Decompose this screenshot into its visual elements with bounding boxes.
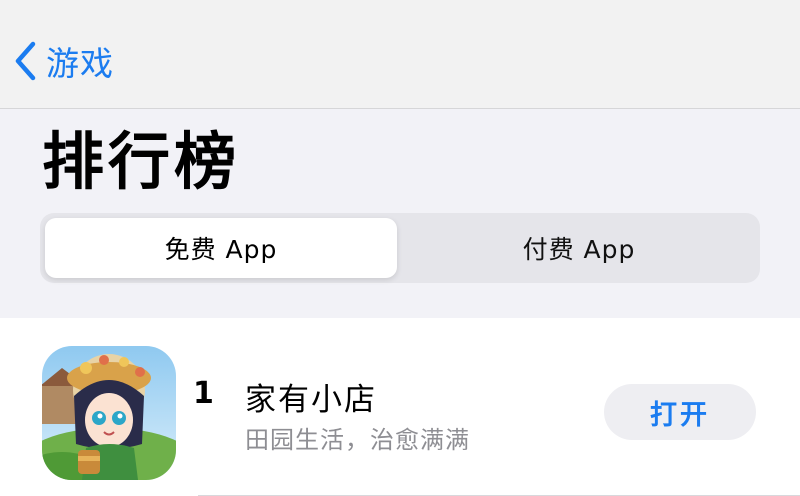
open-button[interactable]: 打开 xyxy=(604,384,756,440)
app-subtitle: 田园生活，治愈满满 xyxy=(245,426,470,454)
game-app-icon[interactable] xyxy=(42,346,176,480)
segment-free-apps[interactable]: 免费 App xyxy=(45,218,397,278)
chart-list: 1 家有小店 田园生活，治愈满满 打开 xyxy=(0,318,800,496)
segmented-control: 免费 App 付费 App xyxy=(40,213,760,283)
segment-paid-apps[interactable]: 付费 App xyxy=(403,218,755,278)
app-rank: 1 xyxy=(193,376,214,411)
app-name: 家有小店 xyxy=(245,382,377,418)
navigation-bar: 游戏 xyxy=(0,0,800,109)
page-title: 排行榜 xyxy=(42,125,241,198)
back-button[interactable]: 游戏 xyxy=(14,36,114,86)
chevron-left-icon xyxy=(15,41,36,81)
back-label: 游戏 xyxy=(46,44,114,83)
